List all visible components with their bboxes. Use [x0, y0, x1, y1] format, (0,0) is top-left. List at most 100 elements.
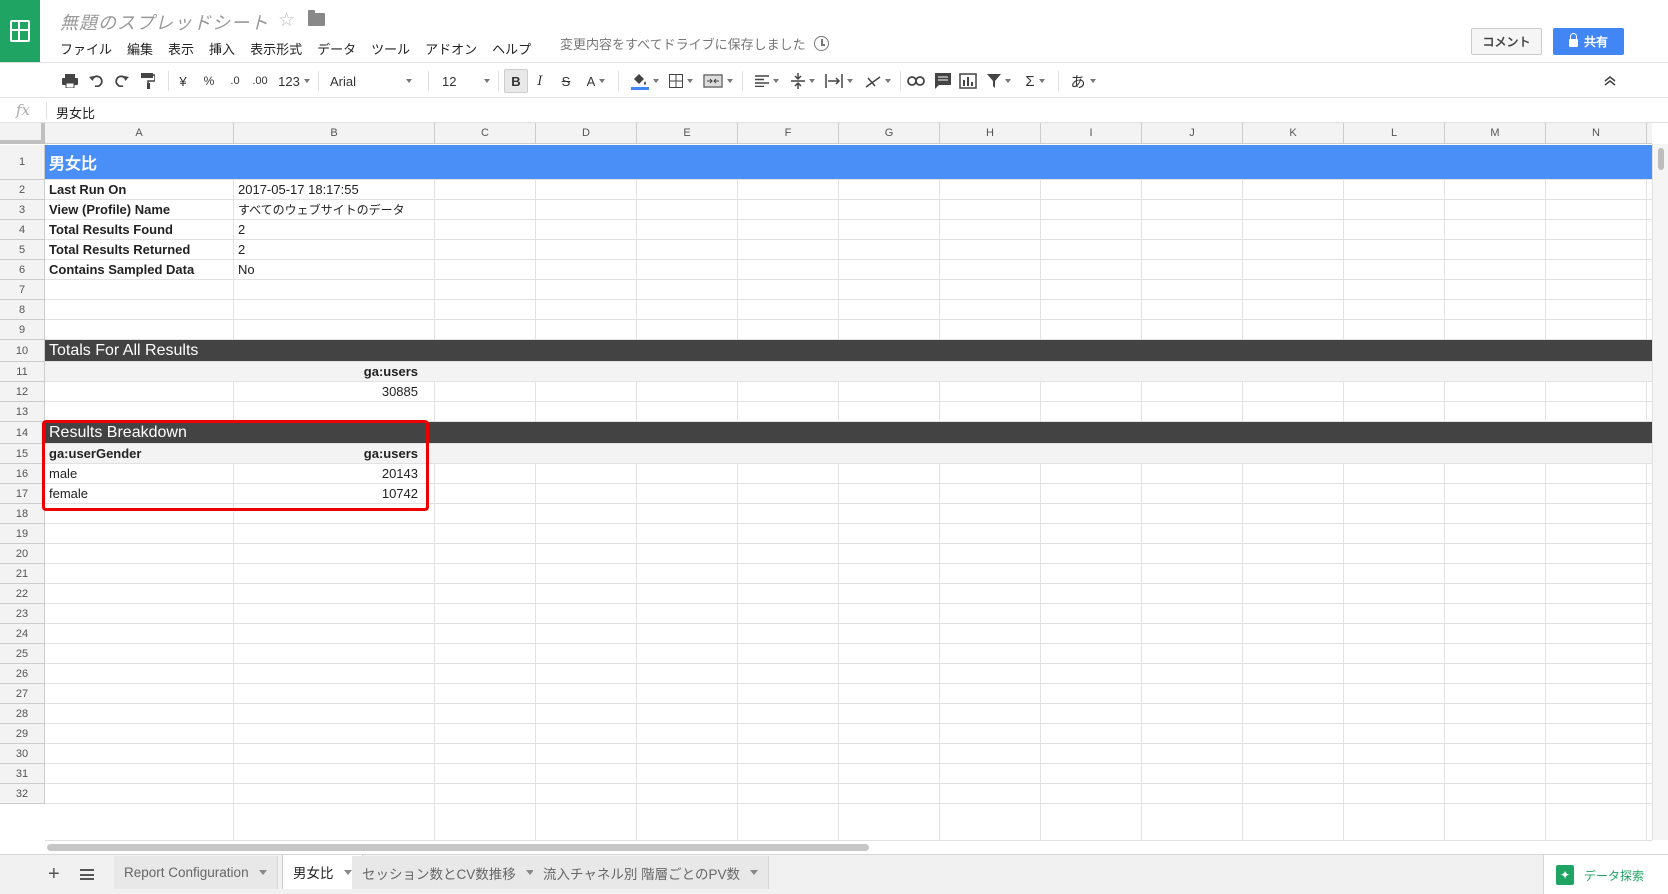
row-header-13[interactable]: 13 [0, 402, 45, 422]
row-header-30[interactable]: 30 [0, 744, 45, 764]
users-cell[interactable]: 10742 [234, 484, 422, 503]
borders-button[interactable] [666, 69, 696, 93]
decrease-decimal-button[interactable]: .0 [226, 69, 244, 93]
column-header-h[interactable]: H [940, 123, 1041, 144]
meta-value[interactable]: すべてのウェブサイトのデータ [234, 200, 422, 219]
star-icon[interactable]: ☆ [278, 9, 295, 32]
column-header-c[interactable]: C [435, 123, 536, 144]
row-header-8[interactable]: 8 [0, 300, 45, 320]
chevron-down-icon[interactable] [343, 869, 352, 875]
menu-view[interactable]: 表示 [168, 39, 194, 59]
text-wrap-button[interactable] [822, 69, 856, 93]
row-header-3[interactable]: 3 [0, 200, 45, 220]
sheet-tab-gender-ratio[interactable]: 男女比 [282, 855, 363, 889]
sheets-logo-icon[interactable] [0, 0, 40, 62]
meta-label[interactable]: View (Profile) Name [45, 200, 233, 219]
filter-icon[interactable] [984, 69, 1014, 93]
meta-label[interactable]: Total Results Returned [45, 240, 233, 259]
users-cell[interactable]: 20143 [234, 464, 422, 483]
meta-label[interactable]: Total Results Found [45, 220, 233, 239]
menu-edit[interactable]: 編集 [127, 39, 153, 59]
column-header-k[interactable]: K [1243, 123, 1344, 144]
menu-data[interactable]: データ [317, 39, 356, 59]
all-sheets-icon[interactable] [80, 869, 94, 880]
vertical-scrollbar[interactable] [1652, 144, 1668, 840]
font-family-dropdown[interactable]: Arial [330, 69, 412, 93]
row-header-32[interactable]: 32 [0, 784, 45, 804]
horizontal-scroll-thumb[interactable] [47, 844, 869, 851]
menu-format[interactable]: 表示形式 [250, 39, 302, 59]
row-header-11[interactable]: 11 [0, 362, 45, 382]
row-header-22[interactable]: 22 [0, 584, 45, 604]
undo-icon[interactable] [88, 69, 104, 93]
increase-decimal-button[interactable]: .00 [250, 69, 270, 93]
row-header-16[interactable]: 16 [0, 464, 45, 484]
breakdown-title[interactable]: Results Breakdown [45, 422, 645, 443]
chevron-down-icon[interactable] [258, 870, 267, 875]
row-header-21[interactable]: 21 [0, 564, 45, 584]
add-sheet-icon[interactable]: + [48, 863, 60, 886]
row-header-7[interactable]: 7 [0, 280, 45, 300]
menu-file[interactable]: ファイル [60, 39, 112, 59]
row-header-29[interactable]: 29 [0, 724, 45, 744]
menu-tools[interactable]: ツール [371, 39, 410, 59]
meta-value[interactable]: 2 [234, 240, 422, 259]
meta-label[interactable]: Last Run On [45, 180, 233, 199]
select-all-corner[interactable] [0, 123, 45, 144]
horizontal-scrollbar[interactable] [45, 840, 1652, 854]
row-header-6[interactable]: 6 [0, 260, 45, 280]
column-header-l[interactable]: L [1344, 123, 1445, 144]
row-header-18[interactable]: 18 [0, 504, 45, 524]
column-header-e[interactable]: E [637, 123, 738, 144]
totals-value[interactable]: 30885 [234, 382, 422, 401]
totals-title[interactable]: Totals For All Results [45, 340, 645, 361]
explore-button[interactable]: ✦ データ探索 [1543, 855, 1668, 894]
sheet-tab-sessions-cv[interactable]: セッション数とCV数推移 [352, 856, 545, 889]
print-icon[interactable] [62, 69, 78, 93]
column-header-b[interactable]: B [234, 123, 435, 144]
row-header-20[interactable]: 20 [0, 544, 45, 564]
functions-button[interactable]: Σ [1020, 69, 1050, 93]
column-header-g[interactable]: G [839, 123, 940, 144]
comment-button[interactable]: コメント [1471, 28, 1542, 55]
chevron-down-icon[interactable] [750, 870, 758, 875]
row-header-28[interactable]: 28 [0, 704, 45, 724]
meta-value[interactable]: 2 [234, 220, 422, 239]
menu-help[interactable]: ヘルプ [492, 39, 531, 59]
vertical-scroll-thumb[interactable] [1658, 148, 1664, 170]
sheet-tab-report-configuration[interactable]: Report Configuration [114, 856, 278, 889]
column-header-i[interactable]: I [1041, 123, 1142, 144]
row-header-17[interactable]: 17 [0, 484, 45, 504]
collapse-menus-icon[interactable] [1600, 69, 1620, 93]
formula-input[interactable]: 男女比 [56, 103, 95, 122]
merge-cells-button[interactable] [700, 69, 736, 93]
sheet-tab-channel-pv[interactable]: 流入チャネル別 階層ごとのPV数 [533, 856, 769, 889]
meta-value[interactable]: No [234, 260, 422, 279]
column-header-m[interactable]: M [1445, 123, 1546, 144]
menu-addons[interactable]: アドオン [425, 39, 477, 59]
column-header-f[interactable]: F [738, 123, 839, 144]
column-header-j[interactable]: J [1142, 123, 1243, 144]
row-header-19[interactable]: 19 [0, 524, 45, 544]
paint-format-icon[interactable] [140, 69, 156, 93]
meta-label[interactable]: Contains Sampled Data [45, 260, 233, 279]
insert-comment-icon[interactable] [934, 69, 952, 93]
breakdown-header-metric[interactable]: ga:users [234, 444, 422, 463]
history-icon[interactable] [814, 36, 829, 51]
row-header-23[interactable]: 23 [0, 604, 45, 624]
row-header-27[interactable]: 27 [0, 684, 45, 704]
row-header-1[interactable]: 1 [0, 145, 45, 180]
menu-insert[interactable]: 挿入 [209, 39, 235, 59]
row-header-26[interactable]: 26 [0, 664, 45, 684]
input-tools-button[interactable]: あ [1066, 69, 1100, 93]
text-rotation-button[interactable] [862, 69, 894, 93]
bold-button[interactable]: B [504, 69, 528, 93]
row-header-5[interactable]: 5 [0, 240, 45, 260]
column-header-d[interactable]: D [536, 123, 637, 144]
vertical-align-button[interactable] [788, 69, 818, 93]
document-title[interactable]: 無題のスプレッドシート [60, 9, 269, 35]
fill-color-button[interactable] [628, 69, 662, 93]
column-header-n[interactable]: N [1546, 123, 1647, 144]
save-status[interactable]: 変更内容をすべてドライブに保存しました [560, 34, 806, 53]
redo-icon[interactable] [114, 69, 130, 93]
